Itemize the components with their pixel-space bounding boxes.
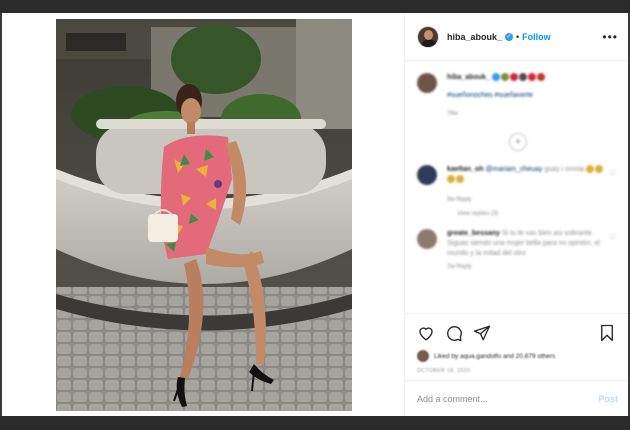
post-date: OCTOBER 18, 2020 (417, 368, 471, 374)
comment-item: kaeltan_oh @mariam_cheuay guay i omnia 9… (417, 165, 616, 205)
photo-pane (2, 13, 405, 416)
post-modal: hiba_abouk_ ✓ • Follow ••• hiba_abouk_ #… (2, 13, 628, 416)
comment-icon[interactable] (445, 324, 463, 342)
comment-item: greate_bessany Si tu te vas bien asi sob… (417, 229, 616, 272)
comment-username[interactable]: kaeltan_oh (447, 166, 484, 173)
emoji-icons (491, 73, 546, 82)
caption-username[interactable]: hiba_abouk_ (447, 74, 490, 81)
verified-icon: ✓ (505, 32, 514, 41)
bottom-bar (0, 416, 630, 430)
post-sidebar: hiba_abouk_ ✓ • Follow ••• hiba_abouk_ #… (405, 13, 628, 416)
heart-icon[interactable] (417, 324, 435, 342)
top-bar (0, 0, 630, 13)
likes-text: Liked by aqua.gandolfo and 20,879 others (434, 352, 556, 360)
comment-input[interactable] (417, 393, 599, 404)
avatar[interactable] (417, 73, 437, 93)
share-icon[interactable] (473, 324, 491, 342)
post-photo-image (56, 19, 352, 411)
username[interactable]: hiba_abouk_ (447, 32, 502, 42)
comment-username[interactable]: greate_bessany (447, 230, 500, 237)
post-photo[interactable] (56, 19, 352, 411)
view-replies[interactable]: View replies (3) (457, 211, 616, 217)
screen: hiba_abouk_ ✓ • Follow ••• hiba_abouk_ #… (0, 0, 630, 430)
caption-text[interactable]: #sueñonoches #sueñaverte (447, 91, 616, 101)
avatar (417, 350, 429, 362)
post-header: hiba_abouk_ ✓ • Follow ••• (405, 13, 628, 61)
add-comments-icon[interactable]: + (509, 133, 527, 151)
heart-icon[interactable]: ♡ (609, 233, 616, 242)
avatar[interactable] (417, 25, 439, 48)
likes-summary[interactable]: Liked by aqua.gandolfo and 20,879 others (417, 350, 616, 362)
comments-list[interactable]: hiba_abouk_ #sueñonoches #sueñaverte 79w… (405, 61, 628, 313)
separator-dot: • (516, 31, 520, 42)
avatar[interactable] (417, 229, 437, 249)
heart-icon[interactable]: ♡ (609, 169, 616, 178)
post-button[interactable]: Post (598, 394, 618, 404)
follow-button[interactable]: Follow (522, 32, 551, 42)
caption-meta: 79w (447, 111, 459, 117)
caption-comment: hiba_abouk_ #sueñonoches #sueñaverte 79w (417, 73, 616, 119)
bookmark-icon[interactable] (598, 324, 616, 342)
avatar[interactable] (417, 165, 437, 185)
add-comment-bar: Post (405, 380, 628, 416)
action-icons (417, 320, 616, 346)
more-icon[interactable]: ••• (602, 30, 618, 44)
comment-mention[interactable]: @mariam_cheuay (486, 166, 543, 173)
comment-text: guay i omnia (544, 166, 585, 173)
comment-meta[interactable]: 9w Reply (447, 195, 605, 205)
comment-meta[interactable]: 2w Reply (447, 262, 605, 272)
post-actions: Liked by aqua.gandolfo and 20,879 others… (405, 313, 628, 374)
